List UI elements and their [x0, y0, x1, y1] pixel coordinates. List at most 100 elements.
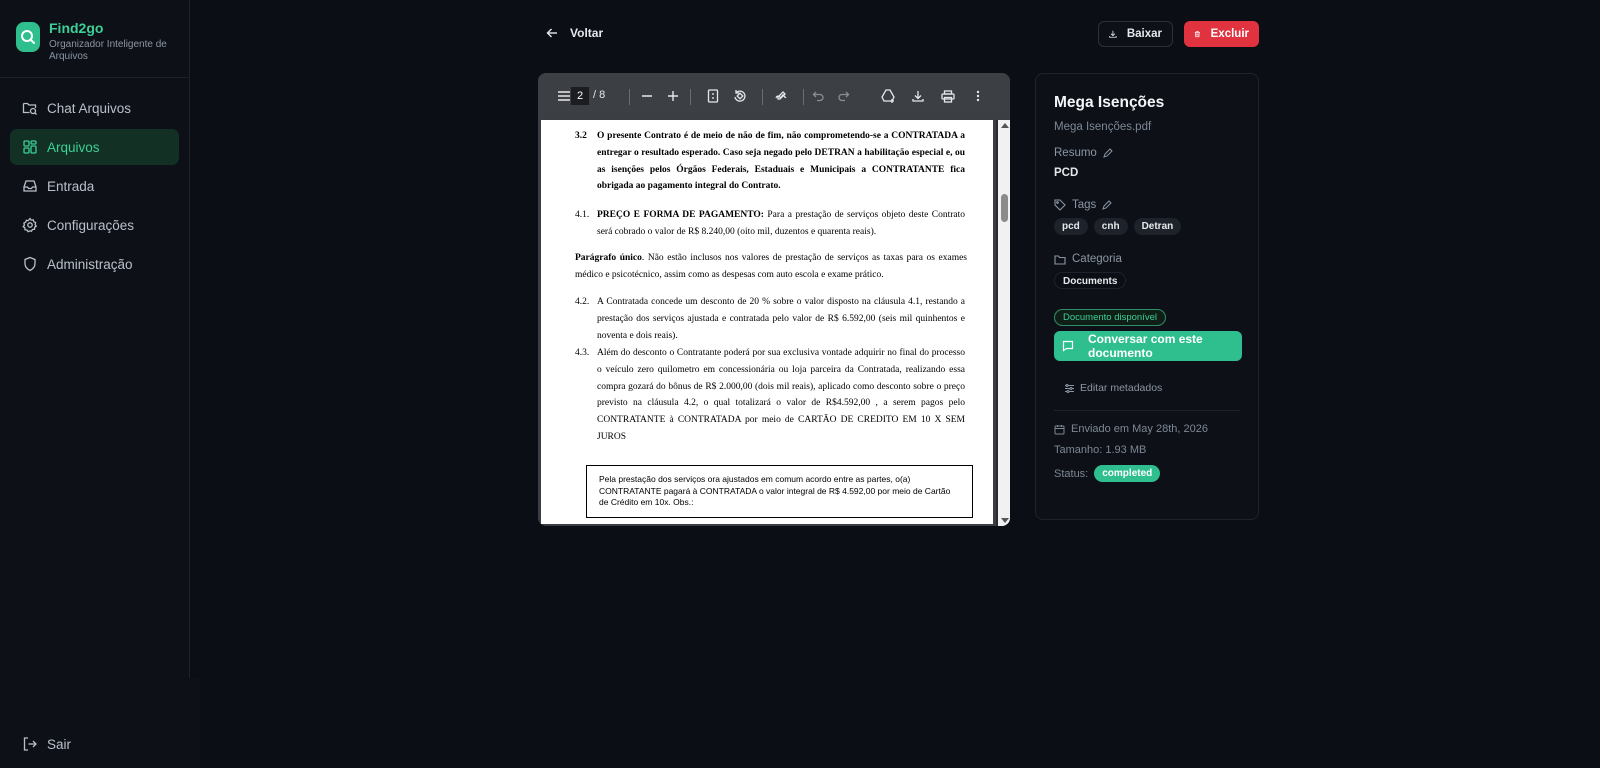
back-label: Voltar — [570, 26, 604, 40]
clause-number: 4.3. — [575, 348, 590, 358]
sidebar: Find2go Organizador Inteligente de Arqui… — [0, 0, 200, 768]
download-pdf-icon[interactable] — [910, 88, 926, 104]
sent-date-row: Enviado em May 28th, 2026 — [1054, 423, 1240, 435]
summary-value: PCD — [1054, 167, 1079, 179]
clause-text: Além do desconto o Contratante poderá po… — [597, 348, 965, 442]
edit-metadata-label: Editar metadados — [1080, 382, 1163, 394]
availability-badge: Documento disponível — [1054, 309, 1166, 326]
menu-icon[interactable] — [556, 88, 572, 104]
folder-icon — [1054, 254, 1066, 265]
paragraph-title: Parágrafo único — [575, 253, 642, 263]
page-total: / 8 — [593, 89, 606, 101]
status-label: Status: — [1054, 467, 1089, 480]
chat-with-document-button[interactable]: Conversar com este documento — [1054, 331, 1242, 361]
summary-label-row: Resumo — [1054, 147, 1240, 159]
category-list: Documents — [1054, 272, 1240, 289]
category-label-row: Categoria — [1054, 253, 1240, 265]
logout-icon — [22, 736, 38, 752]
document-filename: Mega Isenções.pdf — [1054, 121, 1152, 133]
sidebar-footer — [0, 678, 200, 768]
category-label: Categoria — [1072, 253, 1122, 265]
folder-search-icon — [22, 100, 38, 116]
more-options-icon[interactable] — [970, 88, 986, 104]
document-details-panel: Mega Isenções Mega Isenções.pdf Resumo P… — [1035, 73, 1259, 520]
sliders-icon — [1064, 383, 1075, 394]
zoom-in-icon[interactable] — [665, 88, 681, 104]
sidebar-nav: Chat Arquivos Arquivos Entrada Configura… — [0, 78, 189, 297]
pdf-viewer: 2 / 8 3.2 O presente Contrato é de meio … — [538, 73, 1010, 526]
arrow-left-icon — [546, 27, 558, 39]
edit-summary-icon[interactable] — [1103, 148, 1113, 158]
status-badge: completed — [1094, 465, 1161, 482]
tag-chip: cnh — [1093, 218, 1128, 235]
save-to-drive-icon[interactable] — [880, 88, 896, 104]
sidebar-item-label: Arquivos — [47, 139, 100, 155]
message-icon — [1062, 340, 1074, 352]
divider — [1054, 410, 1240, 411]
back-button[interactable]: Voltar — [546, 26, 603, 40]
tags-list: pcd cnh Detran — [1054, 218, 1240, 235]
clause-number: 4.2. — [575, 297, 590, 307]
sidebar-item-arquivos[interactable]: Arquivos — [10, 129, 179, 165]
download-label: Baixar — [1126, 28, 1162, 40]
redo-icon[interactable] — [836, 88, 852, 104]
file-size: Tamanho: 1.93 MB — [1054, 444, 1147, 456]
brand: Find2go Organizador Inteligente de Arqui… — [0, 0, 189, 78]
download-icon — [1109, 30, 1117, 38]
gear-icon — [22, 217, 38, 233]
size-row: Tamanho: 1.93 MB — [1054, 444, 1240, 456]
clause-3-2: 3.2 O presente Contrato é de meio de não… — [575, 128, 965, 195]
draw-icon[interactable] — [773, 88, 789, 104]
pdf-page: 3.2 O presente Contrato é de meio de não… — [541, 120, 993, 524]
clause-4-1: 4.1. PREÇO E FORMA DE PAGAMENTO: Para a … — [575, 207, 965, 241]
summary-label: Resumo — [1054, 147, 1097, 159]
sidebar-item-label: Entrada — [47, 178, 95, 194]
app-logo-icon — [16, 22, 40, 52]
fit-page-icon[interactable] — [705, 88, 721, 104]
scroll-up-arrow-icon[interactable] — [1001, 123, 1009, 128]
undo-icon[interactable] — [810, 88, 826, 104]
rotate-icon[interactable] — [732, 88, 748, 104]
delete-label: Excluir — [1210, 28, 1249, 40]
clause-text: A Contratada concede um desconto de 20 %… — [597, 297, 965, 341]
calendar-icon — [1054, 424, 1065, 435]
sidebar-item-label: Configurações — [47, 217, 135, 233]
category-chip: Documents — [1054, 272, 1127, 289]
shield-icon — [22, 256, 38, 272]
tag-icon — [1054, 199, 1066, 211]
download-button[interactable]: Baixar — [1098, 21, 1173, 47]
edit-metadata-button[interactable]: Editar metadados — [1054, 382, 1240, 394]
logout-button[interactable]: Sair — [22, 736, 71, 752]
sidebar-item-configuracoes[interactable]: Configurações — [10, 207, 179, 243]
payment-box: Pela prestação dos serviços ora ajustado… — [586, 465, 973, 518]
delete-button[interactable]: Excluir — [1184, 21, 1259, 47]
availability-row: Documento disponível — [1054, 307, 1240, 326]
clause-number: 4.1. — [575, 210, 590, 220]
scroll-down-arrow-icon[interactable] — [1001, 518, 1009, 523]
clause-text: O presente Contrato é de meio de não de … — [597, 131, 965, 192]
print-icon[interactable] — [940, 88, 956, 104]
paragrafo-unico: Parágrafo único. Não estão inclusos nos … — [575, 250, 967, 284]
clause-title: PREÇO E FORMA DE PAGAMENTO: — [597, 210, 764, 220]
tags-label: Tags — [1072, 199, 1097, 211]
page-number-input[interactable]: 2 — [571, 87, 589, 105]
sidebar-item-entrada[interactable]: Entrada — [10, 168, 179, 204]
zoom-out-icon[interactable] — [639, 88, 655, 104]
app-name: Find2go — [49, 20, 104, 36]
sidebar-item-label: Administração — [47, 256, 133, 272]
inbox-icon — [22, 178, 38, 194]
sidebar-item-administracao[interactable]: Administração — [10, 246, 179, 282]
grid-icon — [22, 139, 38, 155]
pdf-scrollbar[interactable] — [996, 120, 1010, 526]
scroll-thumb[interactable] — [1001, 194, 1008, 222]
status-row: Status: completed — [1054, 465, 1240, 482]
edit-tags-icon[interactable] — [1102, 200, 1113, 210]
tag-chip: Detran — [1133, 218, 1182, 235]
sent-date: Enviado em May 28th, 2026 — [1071, 423, 1208, 435]
clause-4-3: 4.3. Além do desconto o Contratante pode… — [575, 345, 965, 446]
document-title: Mega Isenções — [1054, 94, 1165, 111]
chat-button-label: Conversar com este documento — [1088, 332, 1203, 360]
sidebar-item-chat-arquivos[interactable]: Chat Arquivos — [10, 90, 179, 126]
pdf-toolbar: 2 / 8 — [538, 73, 1010, 119]
logout-label: Sair — [47, 736, 72, 752]
